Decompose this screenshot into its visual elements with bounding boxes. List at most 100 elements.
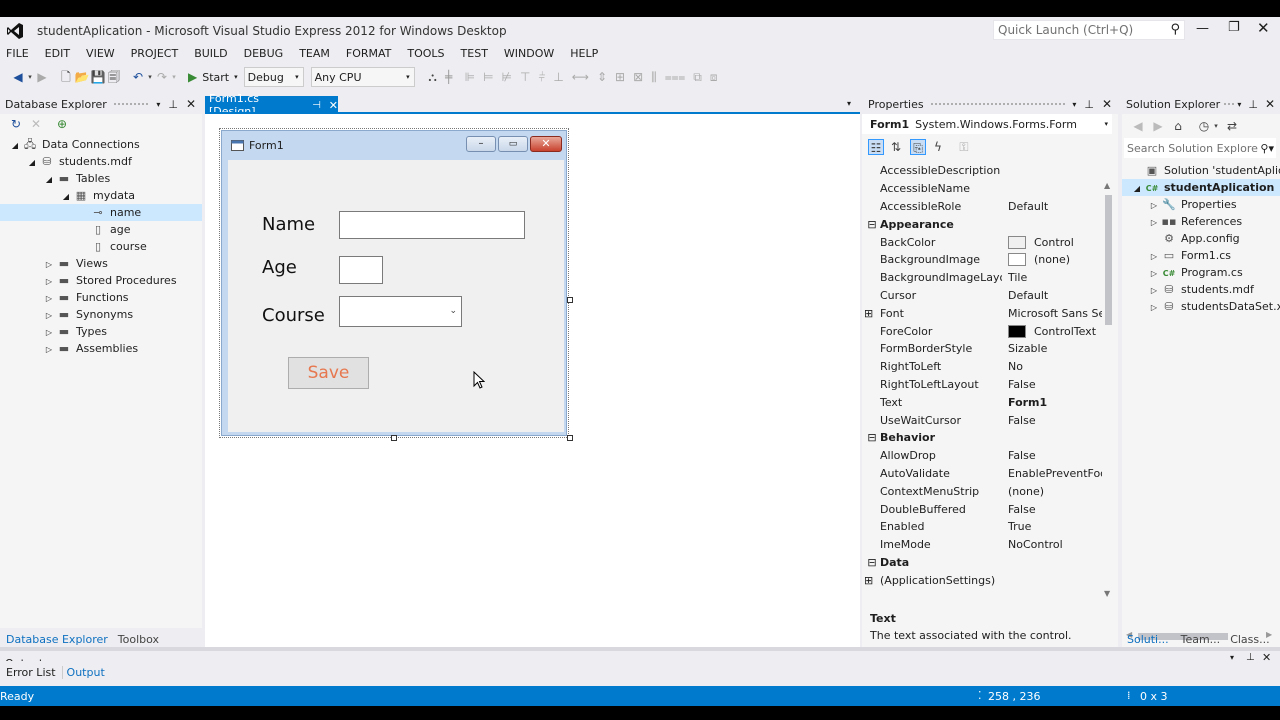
tree-item-name[interactable]: ⊸ name xyxy=(0,204,202,221)
expand-property-icon[interactable]: ⊞ xyxy=(864,574,873,587)
property-value[interactable]: Default xyxy=(1002,200,1102,213)
tree-item-solution-studentaplicati[interactable]: ▣ Solution 'studentAplicati xyxy=(1122,162,1280,179)
bring-front-icon[interactable]: ⧉ xyxy=(693,70,710,85)
form-maximize-icon[interactable]: ▭ xyxy=(498,136,528,152)
align-rights-icon[interactable]: ⊭ xyxy=(502,70,520,85)
align-centers-icon[interactable]: ⊨ xyxy=(483,70,501,85)
menu-file[interactable]: FILE xyxy=(0,47,37,60)
drag-grip[interactable] xyxy=(112,101,151,107)
form1-window[interactable]: Form1 – ▭ ✕ Name Age Course ⌄ Save xyxy=(221,130,567,436)
property-row-backcolor[interactable]: BackColor Control xyxy=(862,233,1102,251)
forward-icon[interactable]: ▶ xyxy=(1150,118,1166,134)
collapsed-arrow-icon[interactable]: ▷ xyxy=(42,273,56,290)
tab-error-list[interactable]: Error List xyxy=(0,666,62,679)
platform-select[interactable]: Any CPU ▾ xyxy=(310,67,415,87)
align-tops-icon[interactable]: ⊤ xyxy=(520,70,538,85)
close-panel-icon[interactable]: ✕ xyxy=(1102,97,1112,111)
property-row-imemode[interactable]: ImeMode NoControl xyxy=(862,536,1102,554)
tree-item-studentaplication[interactable]: ◢ C# studentAplication xyxy=(1122,179,1280,196)
property-row-applicationsettings[interactable]: (ApplicationSettings) ⊞ xyxy=(862,571,1102,589)
home-icon[interactable]: ⌂ xyxy=(1170,118,1186,134)
align-middles-icon[interactable]: ⫩ xyxy=(538,70,553,85)
collapsed-arrow-icon[interactable]: ▷ xyxy=(42,307,56,324)
property-row-righttoleft[interactable]: RightToLeft No xyxy=(862,358,1102,376)
resize-handle-bottom[interactable] xyxy=(391,435,397,441)
property-category-data[interactable]: ⊟ Data xyxy=(862,554,1102,572)
configuration-select[interactable]: Debug ▾ xyxy=(243,67,304,87)
collapsed-arrow-icon[interactable]: ▷ xyxy=(42,290,56,307)
restore-icon[interactable]: ❐ xyxy=(1228,20,1240,35)
v-spacing-icon[interactable]: ⩶ xyxy=(665,70,694,85)
property-row-usewaitcursor[interactable]: UseWaitCursor False xyxy=(862,411,1102,429)
back-icon[interactable]: ◀ xyxy=(1130,118,1146,134)
tree-item-stored-procedures[interactable]: ▷ ▬ Stored Procedures xyxy=(0,272,202,289)
same-height-icon[interactable]: ⇕ xyxy=(597,70,615,85)
resize-handle-corner[interactable] xyxy=(567,435,573,441)
properties-view-icon[interactable]: ⎘ xyxy=(910,139,926,155)
alphabetical-icon[interactable]: ⇅ xyxy=(888,139,904,155)
designer-surface[interactable]: Form1 – ▭ ✕ Name Age Course ⌄ Save xyxy=(205,114,860,647)
property-row-contextmenustrip[interactable]: ContextMenuStrip (none) xyxy=(862,482,1102,500)
tree-item-program-cs[interactable]: ▷ C# Program.cs xyxy=(1122,264,1280,281)
h-spacing-icon[interactable]: ⫼ xyxy=(651,70,665,85)
resize-handle-right[interactable] xyxy=(567,297,573,303)
panel-dropdown-icon[interactable]: ▾ xyxy=(156,100,160,109)
property-row-enabled[interactable]: Enabled True xyxy=(862,518,1102,536)
scroll-up-icon[interactable]: ▲ xyxy=(1104,181,1110,190)
property-row-font[interactable]: Font ⊞ Microsoft Sans Ser xyxy=(862,304,1102,322)
close-panel-icon[interactable]: ✕ xyxy=(1265,97,1275,111)
menu-build[interactable]: BUILD xyxy=(186,47,235,60)
properties-scrollbar[interactable]: ▲ ▼ xyxy=(1102,181,1116,601)
property-category-behavior[interactable]: ⊟ Behavior xyxy=(862,429,1102,447)
open-file-icon[interactable]: 📂 xyxy=(74,69,90,85)
tree-item-app-config[interactable]: ⚙ App.config xyxy=(1122,230,1280,247)
menu-project[interactable]: PROJECT xyxy=(123,47,187,60)
expanded-arrow-icon[interactable]: ◢ xyxy=(42,171,56,188)
tab-toolbox[interactable]: Toolbox xyxy=(114,633,163,646)
property-row-righttoleftlayout[interactable]: RightToLeftLayout False xyxy=(862,376,1102,394)
menu-debug[interactable]: DEBUG xyxy=(236,47,292,60)
undo-icon[interactable]: ↶ xyxy=(130,69,146,85)
quick-launch-input[interactable]: Quick Launch (Ctrl+Q) ⚲ xyxy=(993,20,1185,40)
tree-item-types[interactable]: ▷ ▬ Types xyxy=(0,323,202,340)
collapsed-arrow-icon[interactable]: ▷ xyxy=(1147,248,1161,265)
property-category-appearance[interactable]: ⊟ Appearance xyxy=(862,215,1102,233)
start-button[interactable]: ▶ Start ▾ xyxy=(188,70,238,84)
redo-icon[interactable]: ↷ xyxy=(154,69,170,85)
close-panel-icon[interactable]: ✕ xyxy=(186,97,196,111)
tree-item-functions[interactable]: ▷ ▬ Functions xyxy=(0,289,202,306)
property-row-formborderstyle[interactable]: FormBorderStyle Sizable xyxy=(862,340,1102,358)
property-pages-icon[interactable]: ⚿ xyxy=(956,139,972,155)
tree-item-mydata[interactable]: ◢ ▦ mydata xyxy=(0,187,202,204)
tree-item-course[interactable]: ▯ course xyxy=(0,238,202,255)
find-in-files-icon[interactable]: ⛬ xyxy=(425,69,441,85)
tree-item-references[interactable]: ▷ ▪▪ References xyxy=(1122,213,1280,230)
dropdown-arrow-icon[interactable]: ▾ xyxy=(1212,118,1220,134)
property-value[interactable]: True xyxy=(1002,520,1102,533)
categorized-icon[interactable]: ☷ xyxy=(868,139,884,155)
property-row-accessiblename[interactable]: AccessibleName xyxy=(862,180,1102,198)
drag-grip[interactable] xyxy=(1223,101,1235,107)
align-bottoms-icon[interactable]: ⊥ xyxy=(553,70,571,85)
tree-item-tables[interactable]: ◢ ▬ Tables xyxy=(0,170,202,187)
events-icon[interactable]: ϟ xyxy=(930,139,946,155)
property-value[interactable]: EnablePreventFocu xyxy=(1002,467,1102,480)
tree-item-students-mdf[interactable]: ◢ ⛁ students.mdf xyxy=(0,153,202,170)
same-size-icon[interactable]: ⊞ xyxy=(615,70,633,85)
align-grid-icon[interactable]: ╪ xyxy=(441,69,457,85)
expanded-arrow-icon[interactable]: ◢ xyxy=(25,154,39,171)
property-row-allowdrop[interactable]: AllowDrop False xyxy=(862,447,1102,465)
property-row-accessibledescription[interactable]: AccessibleDescription xyxy=(862,162,1102,180)
collapsed-arrow-icon[interactable]: ▷ xyxy=(1147,214,1161,231)
menu-help[interactable]: HELP xyxy=(562,47,606,60)
property-value[interactable]: (none) xyxy=(1002,485,1102,498)
send-back-icon[interactable]: ⧈ xyxy=(710,70,726,85)
panel-dropdown-icon[interactable]: ▾ xyxy=(1237,100,1241,109)
age-textbox[interactable] xyxy=(339,256,383,284)
collapsed-arrow-icon[interactable]: ▷ xyxy=(42,256,56,273)
expanded-arrow-icon[interactable]: ◢ xyxy=(8,137,22,154)
tree-item-age[interactable]: ▯ age xyxy=(0,221,202,238)
form-minimize-icon[interactable]: – xyxy=(466,136,496,152)
collapsed-arrow-icon[interactable]: ▷ xyxy=(1147,299,1161,316)
tree-item-assemblies[interactable]: ▷ ▬ Assemblies xyxy=(0,340,202,357)
